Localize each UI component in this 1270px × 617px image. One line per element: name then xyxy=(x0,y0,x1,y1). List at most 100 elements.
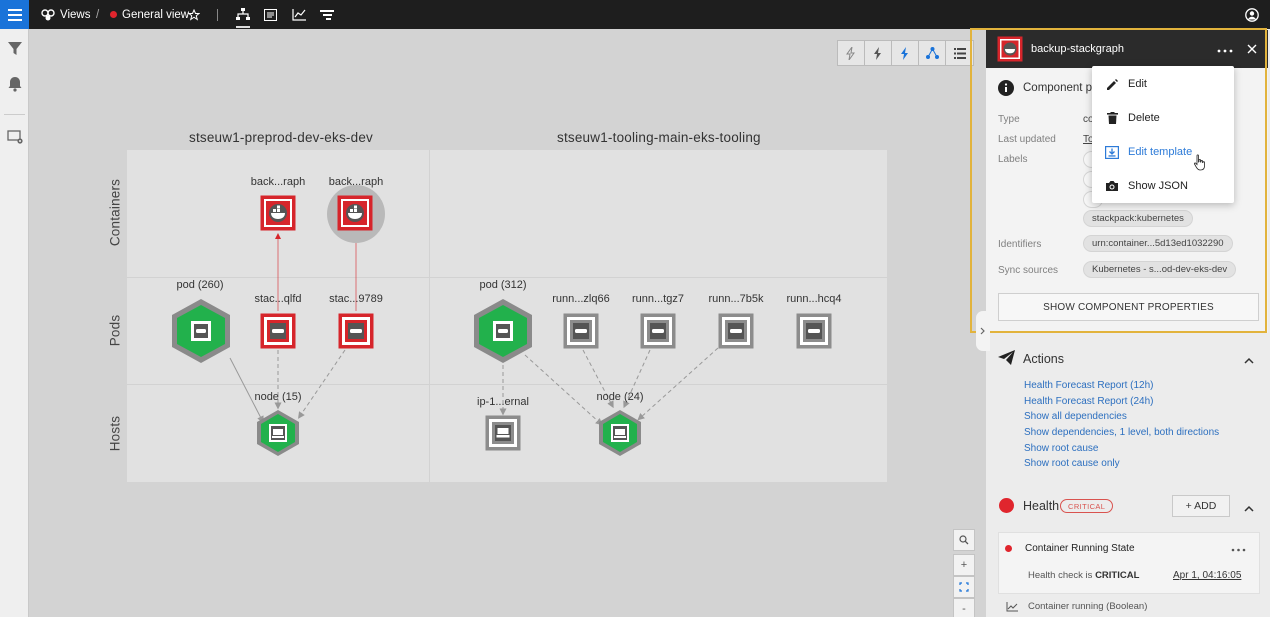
pod-group-node[interactable] xyxy=(472,298,534,367)
metrics-view-icon xyxy=(292,8,306,21)
breadcrumb-separator: / xyxy=(96,8,100,21)
pod-node-runner[interactable] xyxy=(562,312,600,353)
show-component-properties-button[interactable]: SHOW COMPONENT PROPERTIES xyxy=(998,293,1259,321)
pod-node-stackgraph[interactable] xyxy=(259,312,297,353)
topology-icon xyxy=(925,47,939,59)
check-more-button[interactable] xyxy=(1231,541,1246,555)
check-timestamp[interactable]: Apr 1, 04:16:05 xyxy=(1173,570,1241,581)
lightning-off-icon xyxy=(846,46,855,60)
pod-icon xyxy=(563,313,599,349)
filter-icon xyxy=(8,42,22,55)
pod-node-label: stac...qlfd xyxy=(254,293,302,305)
docker-container-icon xyxy=(260,195,296,231)
hamburger-menu-button[interactable] xyxy=(0,0,29,29)
host-group-node[interactable] xyxy=(598,409,642,460)
pod-node-runner[interactable] xyxy=(717,312,755,353)
zoom-search-button[interactable] xyxy=(953,529,975,551)
nav-divider xyxy=(4,114,25,115)
host-node[interactable] xyxy=(484,414,522,455)
component-name: backup-stackgraph xyxy=(1031,43,1124,55)
menu-item-show-json[interactable]: Show JSON xyxy=(1092,169,1234,203)
add-health-check-button[interactable]: + ADD xyxy=(1172,495,1230,517)
pod-group-icon xyxy=(474,299,532,363)
views-icon xyxy=(41,8,55,20)
menu-item-edit-template[interactable]: Edit template xyxy=(1092,135,1234,169)
topology-view-tab[interactable] xyxy=(236,0,250,29)
container-node-backup-stackgraph[interactable] xyxy=(259,194,297,235)
close-panel-button[interactable] xyxy=(1247,43,1257,57)
layer-divider xyxy=(127,384,887,385)
host-group-icon xyxy=(257,410,299,456)
lightning-off-button[interactable] xyxy=(838,41,865,65)
lightning-partial-button[interactable] xyxy=(865,41,892,65)
zoom-fit-button[interactable] xyxy=(953,576,975,598)
pod-icon xyxy=(338,313,374,349)
menu-item-edit[interactable]: Edit xyxy=(1092,67,1234,101)
views-breadcrumb[interactable]: Views xyxy=(41,0,90,29)
menu-item-label: Delete xyxy=(1128,112,1160,124)
star-button[interactable] xyxy=(188,0,200,29)
check-name: Container Running State xyxy=(1025,543,1135,554)
group-title-preprod: stseuw1-preprod-dev-eks-dev xyxy=(189,130,373,145)
top-bar: Views / General view xyxy=(0,0,1270,29)
actions-collapse-button[interactable] xyxy=(1244,353,1254,367)
layer-divider xyxy=(127,277,887,278)
hamburger-icon xyxy=(7,8,22,21)
chevron-right-icon xyxy=(980,327,985,335)
topology-layout-button[interactable] xyxy=(919,41,946,65)
action-link[interactable]: Show all dependencies xyxy=(1024,411,1127,422)
health-status-icon xyxy=(999,498,1014,513)
mouse-cursor-hand-icon xyxy=(1193,154,1207,174)
host-group-node[interactable] xyxy=(256,409,300,460)
notifications-button[interactable] xyxy=(6,75,24,93)
settings-monitor-button[interactable] xyxy=(6,128,24,146)
check-state-value: CRITICAL xyxy=(1095,570,1140,581)
container-node-backup-stackgraph-selected[interactable] xyxy=(326,184,386,247)
action-link[interactable]: Health Forecast Report (12h) xyxy=(1024,380,1154,391)
pod-node-runner[interactable] xyxy=(639,312,677,353)
action-link[interactable]: Show root cause only xyxy=(1024,458,1120,469)
group-title-tooling: stseuw1-tooling-main-eks-tooling xyxy=(557,130,761,145)
collapse-panel-button[interactable] xyxy=(976,311,990,351)
pencil-icon xyxy=(1103,75,1121,93)
prop-key-identifiers: Identifiers xyxy=(998,239,1042,250)
active-tab-indicator xyxy=(236,26,250,28)
zoom-out-button[interactable]: - xyxy=(953,598,975,617)
list-view-button[interactable] xyxy=(946,41,973,65)
download-template-icon xyxy=(1103,143,1121,161)
menu-item-label: Edit template xyxy=(1128,146,1193,158)
topology-view-icon xyxy=(236,8,250,20)
chevron-up-icon xyxy=(1244,505,1254,512)
zoom-in-button[interactable]: + xyxy=(953,554,975,576)
action-link[interactable]: Health Forecast Report (24h) xyxy=(1024,396,1154,407)
pod-node-stackgraph[interactable] xyxy=(337,312,375,353)
close-icon xyxy=(1247,44,1257,54)
lightning-on-button[interactable] xyxy=(892,41,919,65)
pod-group-node[interactable] xyxy=(170,298,232,367)
settings-monitor-icon xyxy=(6,130,23,144)
lightning-partial-icon xyxy=(874,46,881,60)
events-view-tab[interactable] xyxy=(264,0,277,29)
current-view-breadcrumb[interactable]: General view xyxy=(110,0,189,29)
view-status-dot xyxy=(110,11,117,18)
action-link[interactable]: Show dependencies, 1 level, both directi… xyxy=(1024,427,1219,438)
health-collapse-button[interactable] xyxy=(1244,501,1254,515)
toolbar-divider xyxy=(217,9,218,21)
host-icon xyxy=(485,415,521,451)
menu-item-label: Show JSON xyxy=(1128,180,1188,192)
actions-icon xyxy=(998,350,1015,368)
filter-button[interactable] xyxy=(6,40,24,58)
pod-node-runner[interactable] xyxy=(795,312,833,353)
more-options-button[interactable] xyxy=(1217,42,1233,56)
star-icon xyxy=(188,8,200,21)
menu-item-delete[interactable]: Delete xyxy=(1092,101,1234,135)
action-link[interactable]: Show root cause xyxy=(1024,443,1099,454)
pod-node-label: pod (312) xyxy=(479,279,527,291)
pod-icon xyxy=(640,313,676,349)
metrics-view-tab[interactable] xyxy=(292,0,306,29)
prop-key-last-updated: Last updated xyxy=(998,134,1056,145)
actions-title: Actions xyxy=(1023,352,1064,366)
user-account-button[interactable] xyxy=(1245,0,1259,29)
traces-view-tab[interactable] xyxy=(320,0,334,29)
host-group-icon xyxy=(599,410,641,456)
